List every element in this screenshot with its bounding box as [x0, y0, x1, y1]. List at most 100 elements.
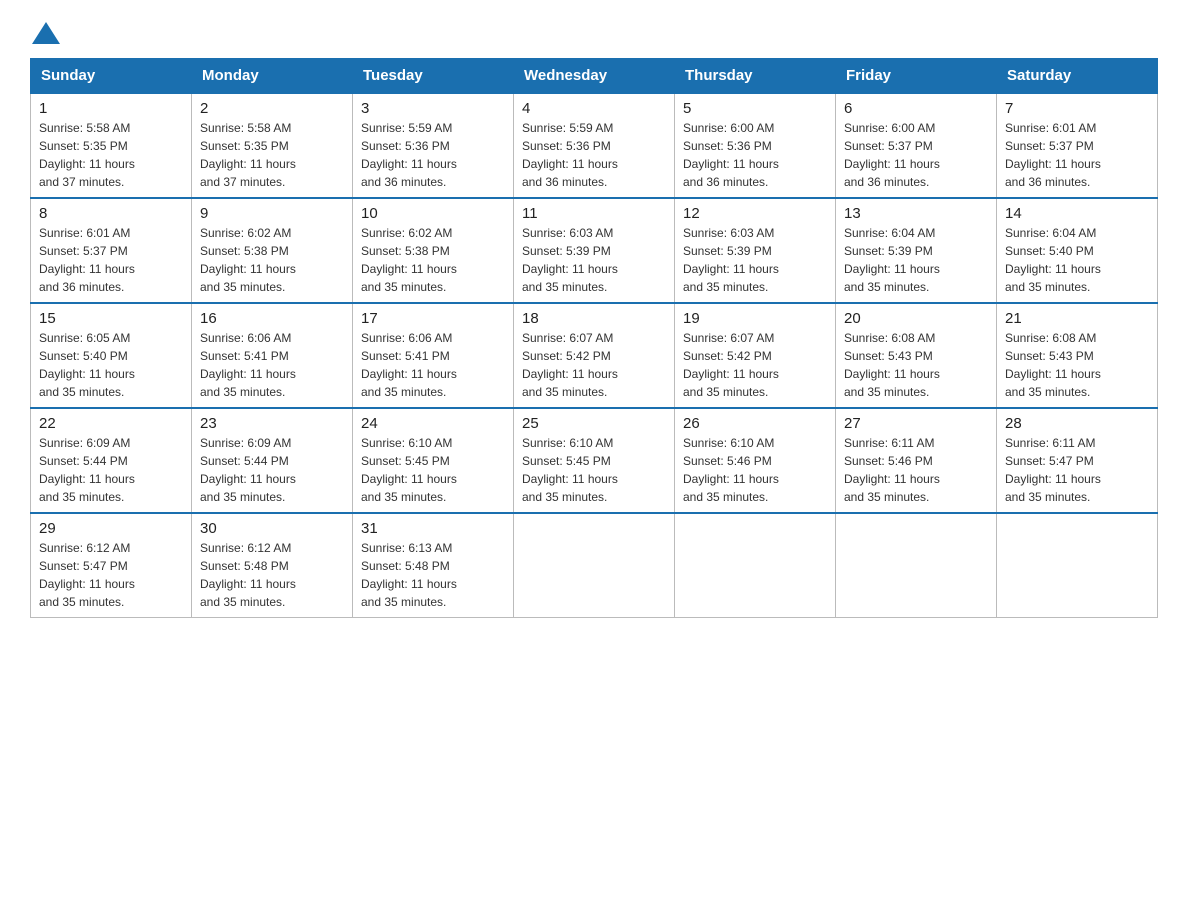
- day-number: 22: [39, 415, 183, 432]
- day-info: Sunrise: 6:12 AMSunset: 5:48 PMDaylight:…: [200, 539, 344, 611]
- day-number: 2: [200, 100, 344, 117]
- day-info: Sunrise: 6:08 AMSunset: 5:43 PMDaylight:…: [844, 329, 988, 401]
- calendar-cell: 4 Sunrise: 5:59 AMSunset: 5:36 PMDayligh…: [514, 93, 675, 198]
- week-row-5: 29 Sunrise: 6:12 AMSunset: 5:47 PMDaylig…: [31, 513, 1158, 618]
- day-number: 9: [200, 205, 344, 222]
- calendar-cell: 21 Sunrise: 6:08 AMSunset: 5:43 PMDaylig…: [997, 303, 1158, 408]
- day-info: Sunrise: 6:11 AMSunset: 5:47 PMDaylight:…: [1005, 434, 1149, 506]
- day-number: 30: [200, 520, 344, 537]
- day-info: Sunrise: 6:12 AMSunset: 5:47 PMDaylight:…: [39, 539, 183, 611]
- weekday-header-tuesday: Tuesday: [353, 59, 514, 94]
- calendar-cell: 2 Sunrise: 5:58 AMSunset: 5:35 PMDayligh…: [192, 93, 353, 198]
- day-info: Sunrise: 6:00 AMSunset: 5:37 PMDaylight:…: [844, 119, 988, 191]
- day-info: Sunrise: 6:01 AMSunset: 5:37 PMDaylight:…: [1005, 119, 1149, 191]
- day-info: Sunrise: 6:05 AMSunset: 5:40 PMDaylight:…: [39, 329, 183, 401]
- day-info: Sunrise: 6:04 AMSunset: 5:40 PMDaylight:…: [1005, 224, 1149, 296]
- day-info: Sunrise: 6:06 AMSunset: 5:41 PMDaylight:…: [200, 329, 344, 401]
- day-number: 15: [39, 310, 183, 327]
- day-info: Sunrise: 6:03 AMSunset: 5:39 PMDaylight:…: [683, 224, 827, 296]
- week-row-4: 22 Sunrise: 6:09 AMSunset: 5:44 PMDaylig…: [31, 408, 1158, 513]
- day-number: 8: [39, 205, 183, 222]
- calendar-table: SundayMondayTuesdayWednesdayThursdayFrid…: [30, 58, 1158, 618]
- day-number: 3: [361, 100, 505, 117]
- day-info: Sunrise: 6:10 AMSunset: 5:46 PMDaylight:…: [683, 434, 827, 506]
- week-row-1: 1 Sunrise: 5:58 AMSunset: 5:35 PMDayligh…: [31, 93, 1158, 198]
- calendar-cell: 12 Sunrise: 6:03 AMSunset: 5:39 PMDaylig…: [675, 198, 836, 303]
- day-number: 13: [844, 205, 988, 222]
- day-number: 7: [1005, 100, 1149, 117]
- day-info: Sunrise: 6:08 AMSunset: 5:43 PMDaylight:…: [1005, 329, 1149, 401]
- weekday-header-row: SundayMondayTuesdayWednesdayThursdayFrid…: [31, 59, 1158, 94]
- calendar-cell: 27 Sunrise: 6:11 AMSunset: 5:46 PMDaylig…: [836, 408, 997, 513]
- weekday-header-friday: Friday: [836, 59, 997, 94]
- day-info: Sunrise: 6:09 AMSunset: 5:44 PMDaylight:…: [39, 434, 183, 506]
- day-number: 19: [683, 310, 827, 327]
- calendar-cell: 15 Sunrise: 6:05 AMSunset: 5:40 PMDaylig…: [31, 303, 192, 408]
- day-info: Sunrise: 6:06 AMSunset: 5:41 PMDaylight:…: [361, 329, 505, 401]
- calendar-cell: 11 Sunrise: 6:03 AMSunset: 5:39 PMDaylig…: [514, 198, 675, 303]
- day-number: 5: [683, 100, 827, 117]
- day-number: 11: [522, 205, 666, 222]
- day-number: 14: [1005, 205, 1149, 222]
- day-number: 20: [844, 310, 988, 327]
- day-info: Sunrise: 6:04 AMSunset: 5:39 PMDaylight:…: [844, 224, 988, 296]
- day-number: 1: [39, 100, 183, 117]
- day-info: Sunrise: 5:58 AMSunset: 5:35 PMDaylight:…: [39, 119, 183, 191]
- day-number: 28: [1005, 415, 1149, 432]
- logo-triangle-icon: [32, 22, 60, 44]
- calendar-cell: 26 Sunrise: 6:10 AMSunset: 5:46 PMDaylig…: [675, 408, 836, 513]
- day-number: 25: [522, 415, 666, 432]
- calendar-cell: 6 Sunrise: 6:00 AMSunset: 5:37 PMDayligh…: [836, 93, 997, 198]
- calendar-cell: 20 Sunrise: 6:08 AMSunset: 5:43 PMDaylig…: [836, 303, 997, 408]
- day-info: Sunrise: 6:13 AMSunset: 5:48 PMDaylight:…: [361, 539, 505, 611]
- day-info: Sunrise: 5:59 AMSunset: 5:36 PMDaylight:…: [361, 119, 505, 191]
- day-info: Sunrise: 5:59 AMSunset: 5:36 PMDaylight:…: [522, 119, 666, 191]
- calendar-cell: [836, 513, 997, 618]
- calendar-cell: 31 Sunrise: 6:13 AMSunset: 5:48 PMDaylig…: [353, 513, 514, 618]
- calendar-cell: 23 Sunrise: 6:09 AMSunset: 5:44 PMDaylig…: [192, 408, 353, 513]
- calendar-cell: 10 Sunrise: 6:02 AMSunset: 5:38 PMDaylig…: [353, 198, 514, 303]
- calendar-cell: 7 Sunrise: 6:01 AMSunset: 5:37 PMDayligh…: [997, 93, 1158, 198]
- day-number: 16: [200, 310, 344, 327]
- day-number: 31: [361, 520, 505, 537]
- week-row-3: 15 Sunrise: 6:05 AMSunset: 5:40 PMDaylig…: [31, 303, 1158, 408]
- day-info: Sunrise: 6:02 AMSunset: 5:38 PMDaylight:…: [361, 224, 505, 296]
- day-number: 29: [39, 520, 183, 537]
- week-row-2: 8 Sunrise: 6:01 AMSunset: 5:37 PMDayligh…: [31, 198, 1158, 303]
- calendar-cell: 17 Sunrise: 6:06 AMSunset: 5:41 PMDaylig…: [353, 303, 514, 408]
- weekday-header-monday: Monday: [192, 59, 353, 94]
- day-info: Sunrise: 6:11 AMSunset: 5:46 PMDaylight:…: [844, 434, 988, 506]
- day-number: 26: [683, 415, 827, 432]
- day-number: 4: [522, 100, 666, 117]
- day-info: Sunrise: 6:01 AMSunset: 5:37 PMDaylight:…: [39, 224, 183, 296]
- day-number: 17: [361, 310, 505, 327]
- calendar-cell: 24 Sunrise: 6:10 AMSunset: 5:45 PMDaylig…: [353, 408, 514, 513]
- calendar-cell: [997, 513, 1158, 618]
- calendar-cell: 29 Sunrise: 6:12 AMSunset: 5:47 PMDaylig…: [31, 513, 192, 618]
- calendar-cell: 19 Sunrise: 6:07 AMSunset: 5:42 PMDaylig…: [675, 303, 836, 408]
- calendar-cell: 28 Sunrise: 6:11 AMSunset: 5:47 PMDaylig…: [997, 408, 1158, 513]
- page-header: [30, 20, 1158, 42]
- calendar-cell: 5 Sunrise: 6:00 AMSunset: 5:36 PMDayligh…: [675, 93, 836, 198]
- day-number: 12: [683, 205, 827, 222]
- weekday-header-saturday: Saturday: [997, 59, 1158, 94]
- calendar-cell: 25 Sunrise: 6:10 AMSunset: 5:45 PMDaylig…: [514, 408, 675, 513]
- day-number: 21: [1005, 310, 1149, 327]
- day-number: 6: [844, 100, 988, 117]
- calendar-cell: 9 Sunrise: 6:02 AMSunset: 5:38 PMDayligh…: [192, 198, 353, 303]
- day-number: 10: [361, 205, 505, 222]
- calendar-cell: 13 Sunrise: 6:04 AMSunset: 5:39 PMDaylig…: [836, 198, 997, 303]
- calendar-cell: 30 Sunrise: 6:12 AMSunset: 5:48 PMDaylig…: [192, 513, 353, 618]
- day-number: 24: [361, 415, 505, 432]
- calendar-cell: 18 Sunrise: 6:07 AMSunset: 5:42 PMDaylig…: [514, 303, 675, 408]
- calendar-cell: 16 Sunrise: 6:06 AMSunset: 5:41 PMDaylig…: [192, 303, 353, 408]
- calendar-cell: 1 Sunrise: 5:58 AMSunset: 5:35 PMDayligh…: [31, 93, 192, 198]
- weekday-header-wednesday: Wednesday: [514, 59, 675, 94]
- calendar-cell: [514, 513, 675, 618]
- day-info: Sunrise: 6:07 AMSunset: 5:42 PMDaylight:…: [683, 329, 827, 401]
- day-number: 23: [200, 415, 344, 432]
- day-number: 18: [522, 310, 666, 327]
- day-number: 27: [844, 415, 988, 432]
- weekday-header-thursday: Thursday: [675, 59, 836, 94]
- day-info: Sunrise: 6:02 AMSunset: 5:38 PMDaylight:…: [200, 224, 344, 296]
